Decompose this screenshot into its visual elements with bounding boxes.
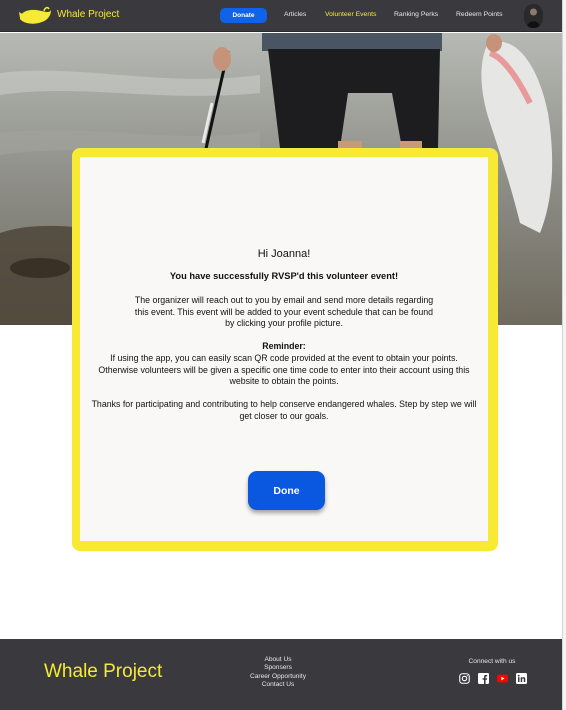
whale-logo-icon[interactable] (18, 6, 52, 26)
rsvp-confirmation-modal: Hi Joanna! You have successfully RVSP'd … (80, 157, 488, 541)
youtube-icon[interactable] (497, 673, 508, 684)
donate-button[interactable]: Donate (220, 8, 267, 23)
nav-volunteer-events[interactable]: Volunteer Events (325, 11, 376, 18)
footer-link-about-us[interactable]: About Us (228, 656, 328, 664)
modal-reminder-text: If using the app, you can easily scan QR… (98, 353, 470, 386)
footer-link-contact-us[interactable]: Contact Us (228, 681, 328, 689)
footer-links: About Us Sponsers Career Opportunity Con… (228, 656, 328, 689)
instagram-icon[interactable] (459, 673, 470, 684)
modal-greeting: Hi Joanna! (257, 248, 311, 260)
profile-avatar[interactable] (524, 4, 543, 28)
linkedin-icon[interactable] (516, 673, 527, 684)
facebook-icon[interactable] (478, 673, 489, 684)
top-nav-bar: Whale Project Donate Articles Volunteer … (0, 0, 562, 32)
modal-reminder-label: Reminder: (262, 341, 306, 351)
done-button[interactable]: Done (248, 471, 325, 510)
footer: Whale Project About Us Sponsers Career O… (0, 639, 562, 710)
modal-organizer-info: The organizer will reach out to you by e… (134, 295, 434, 328)
footer-brand[interactable]: Whale Project (44, 661, 162, 683)
modal-closing-text: Thanks for participating and contributin… (91, 399, 477, 421)
nav-ranking-perks[interactable]: Ranking Perks (394, 11, 438, 18)
nav-redeem-points[interactable]: Redeem Points (456, 11, 502, 18)
modal-heading: You have successfully RVSP'd this volunt… (169, 271, 399, 281)
scrollbar-track[interactable] (562, 0, 566, 710)
nav-articles[interactable]: Articles (284, 11, 306, 18)
brand-name[interactable]: Whale Project (57, 9, 119, 20)
connect-label: Connect with us (468, 658, 516, 665)
footer-link-career-opportunity[interactable]: Career Opportunity (228, 673, 328, 681)
footer-link-sponsers[interactable]: Sponsers (228, 664, 328, 672)
